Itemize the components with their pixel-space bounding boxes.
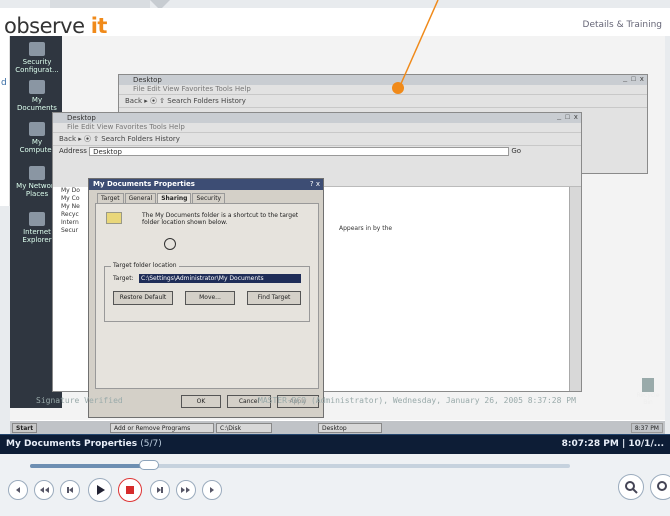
player-status-bar: My Documents Properties (5/7) 8:07:28 PM…	[0, 434, 670, 454]
address-label: Address	[59, 147, 87, 155]
window-title: Desktop	[119, 75, 647, 85]
internet-explorer-icon	[29, 212, 45, 226]
window-controls[interactable]: _ □ x	[557, 114, 578, 122]
status-counter: (5/7)	[140, 439, 162, 449]
step-forward-button[interactable]	[202, 480, 222, 500]
brand-bar: observe it Details & Training	[0, 8, 670, 38]
network-places-icon	[29, 166, 45, 180]
player-controls	[0, 454, 670, 516]
stop-icon	[126, 486, 134, 494]
address-bar: Address Desktop Go	[53, 146, 581, 158]
magnifier-icon	[657, 481, 667, 491]
logo-accent: it	[90, 14, 108, 38]
taskbar-item[interactable]: C:\Disk	[216, 423, 272, 433]
next-button[interactable]	[150, 480, 170, 500]
file-items: My Do My Co My Ne Recyc Intern Secur	[53, 187, 93, 247]
fullscreen-button[interactable]	[650, 474, 670, 500]
cursor-highlight-icon	[164, 238, 176, 250]
folder-icon	[106, 212, 122, 224]
play-button[interactable]	[88, 478, 112, 502]
find-target-button[interactable]: Find Target	[247, 291, 301, 305]
toolbar[interactable]: Back ▸ ⦿ ⇧ Search Folders History	[119, 94, 647, 108]
left-strip: d	[0, 36, 10, 206]
play-icon	[97, 485, 105, 495]
step-forward-icon	[210, 487, 214, 493]
dialog-tabs: Target General Sharing Security	[89, 190, 323, 203]
recorded-screen: Security Configurat... My Documents My C…	[10, 36, 665, 434]
status-time: 8:07:28 PM | 10/1/...	[561, 439, 664, 449]
timeline-slider[interactable]	[30, 460, 570, 470]
go-button[interactable]: Go	[511, 147, 521, 155]
ok-button[interactable]: OK	[181, 395, 221, 408]
my-computer-icon	[29, 122, 45, 136]
signature-watermark: Signature Verified	[36, 396, 123, 405]
session-watermark: MASTER-DC2 (Administrator), Wednesday, J…	[258, 396, 576, 405]
details-training-link[interactable]: Details & Training	[583, 20, 662, 30]
step-back-button[interactable]	[8, 480, 28, 500]
left-edge-link[interactable]: d	[1, 78, 7, 88]
menu-bar[interactable]: File Edit View Favorites Tools Help	[119, 85, 647, 94]
security-config-icon	[29, 42, 45, 56]
toolbar[interactable]: Back ▸ ⦿ ⇧ Search Folders History	[53, 132, 581, 146]
desktop-icon[interactable]: Security Configurat...	[14, 42, 60, 74]
timeline-thumb[interactable]	[138, 460, 159, 470]
dialog-close-button[interactable]: ? x	[310, 180, 320, 188]
fast-forward-icon	[181, 487, 190, 493]
recycle-bin[interactable]: Recycle Bin	[636, 378, 660, 406]
desktop-icon-label: Internet Explorer	[22, 228, 52, 244]
dialog-panel: The My Documents folder is a shortcut to…	[95, 203, 319, 389]
window-controls[interactable]: _ □ x	[623, 76, 644, 84]
desktop-icon-label: Security Configurat...	[15, 58, 59, 74]
tab-sharing[interactable]: Sharing	[157, 193, 192, 203]
status-title: My Documents Properties (5/7)	[6, 439, 162, 449]
start-button[interactable]: Start	[12, 423, 38, 433]
dialog-title: My Documents Properties	[89, 179, 323, 190]
logo-main: observe	[4, 14, 85, 38]
tab-target[interactable]: Target	[97, 193, 124, 203]
rewind-button[interactable]	[34, 480, 54, 500]
move-button[interactable]: Move...	[185, 291, 235, 305]
restore-default-button[interactable]: Restore Default	[113, 291, 173, 305]
top-tab	[50, 0, 150, 8]
desktop-icon-label: My Documents	[17, 96, 57, 112]
target-group: Target folder location Target: C:\Settin…	[104, 262, 310, 322]
desktop-icon-label: My Computer	[19, 138, 55, 154]
taskbar-item[interactable]: Desktop	[318, 423, 382, 433]
properties-dialog: My Documents Properties ? x Target Genera…	[88, 178, 324, 418]
address-input[interactable]: Desktop	[89, 146, 510, 156]
vertical-scrollbar[interactable]	[569, 187, 581, 391]
window-title: Desktop	[53, 113, 581, 123]
target-input[interactable]: C:\Settings\Administrator\My Documents	[139, 274, 301, 283]
appears-text: Appears in by the	[339, 225, 393, 232]
timeline-progress	[30, 464, 149, 468]
logo: observe it	[4, 14, 107, 38]
stop-button[interactable]	[118, 478, 142, 502]
group-label: Target folder location	[111, 262, 179, 269]
tab-general[interactable]: General	[124, 193, 157, 203]
fast-forward-button[interactable]	[176, 480, 196, 500]
next-icon	[157, 487, 163, 493]
tab-security[interactable]: Security	[192, 193, 226, 203]
step-back-icon	[16, 487, 20, 493]
desktop-icon[interactable]: My Documents	[14, 80, 60, 112]
my-documents-icon	[29, 80, 45, 94]
rewind-icon	[40, 487, 49, 493]
magnifier-icon	[625, 481, 638, 494]
recycle-bin-icon	[642, 378, 654, 392]
system-tray: 8:37 PM	[630, 423, 663, 433]
dialog-description: The My Documents folder is a shortcut to…	[142, 212, 299, 226]
menu-bar[interactable]: File Edit View Favorites Tools Help	[53, 123, 581, 132]
taskbar-item[interactable]: Add or Remove Programs	[110, 423, 214, 433]
status-title-text: My Documents Properties	[6, 439, 138, 449]
previous-icon	[67, 487, 73, 493]
previous-button[interactable]	[60, 480, 80, 500]
recycle-label: Recycle Bin	[636, 392, 660, 406]
target-label: Target:	[113, 275, 134, 282]
zoom-button[interactable]	[618, 474, 644, 500]
taskbar: Start Add or Remove Programs C:\Disk Des…	[10, 420, 665, 434]
